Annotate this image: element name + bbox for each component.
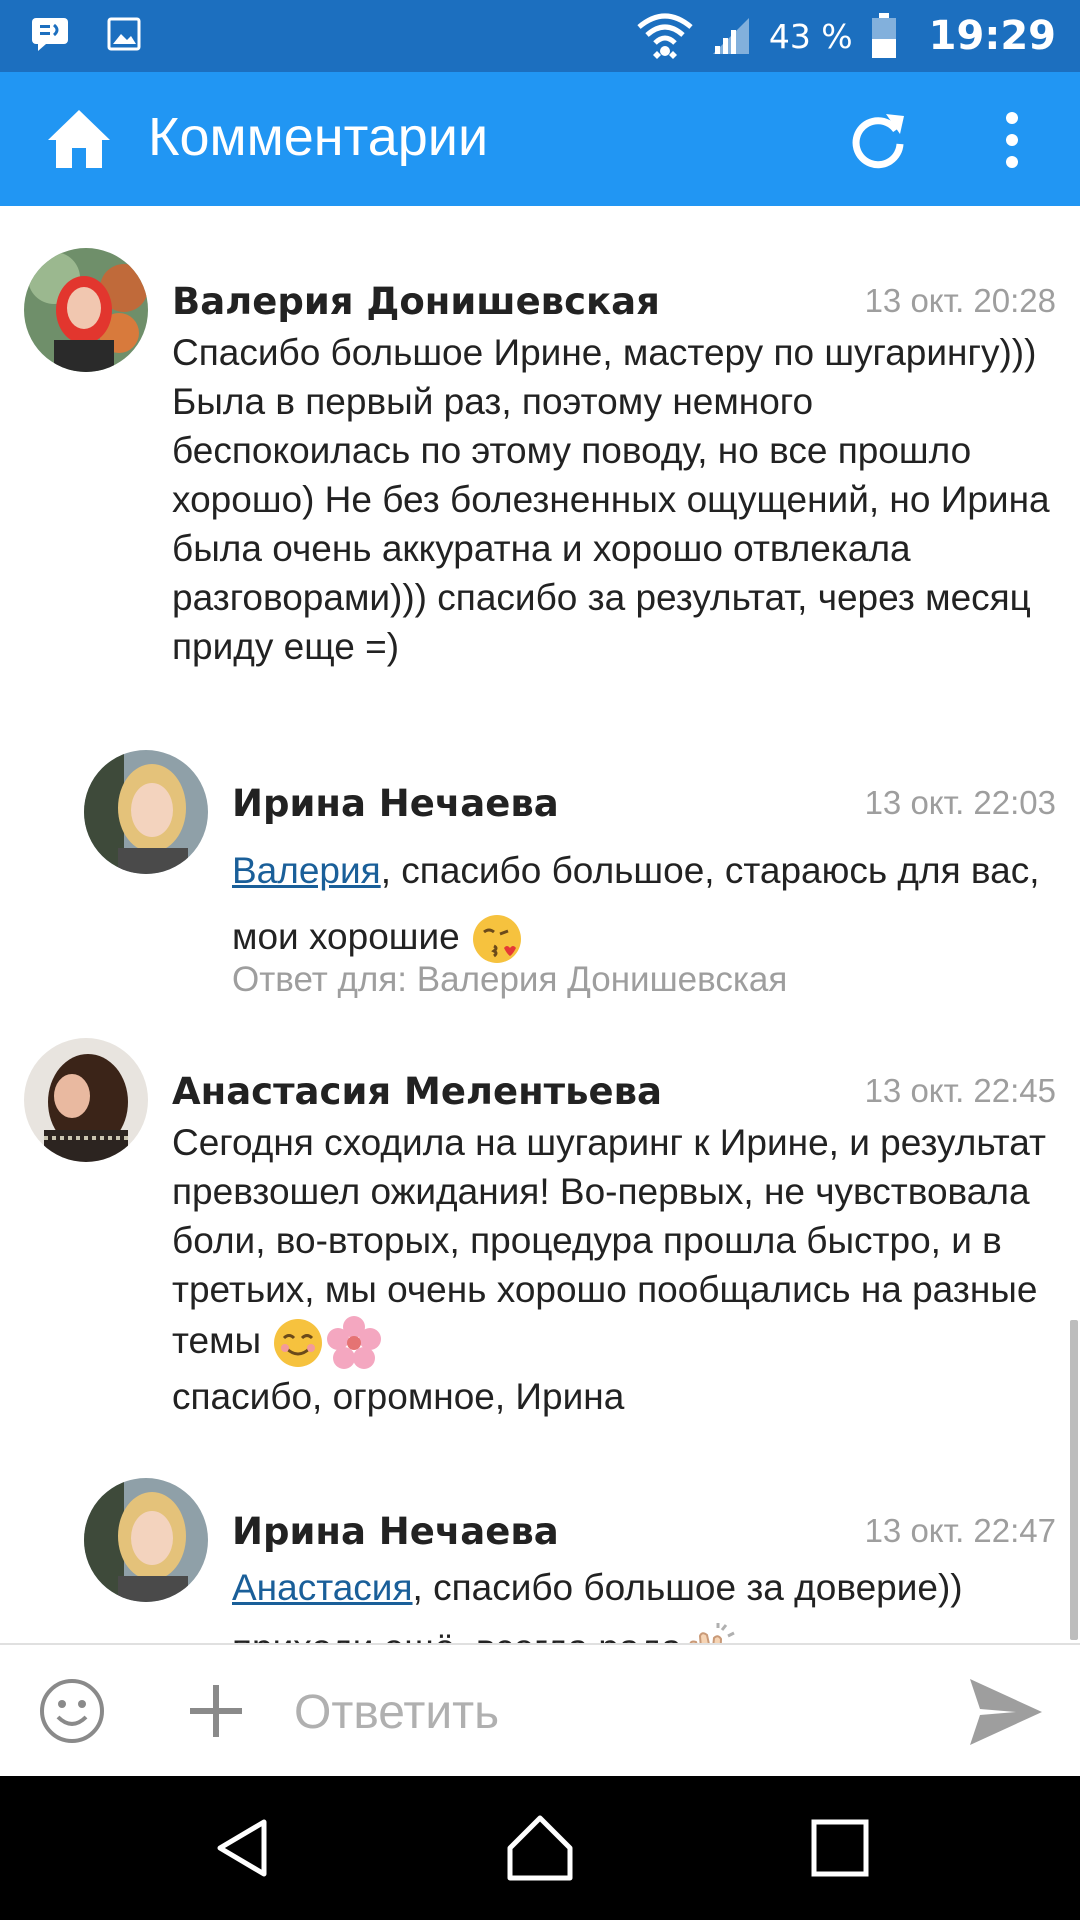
reply-input[interactable] — [294, 1675, 934, 1749]
comment-author[interactable]: Валерия Донишевская — [172, 280, 660, 323]
comment-text: Сегодня сходила на шугаринг к Ирине, и р… — [172, 1118, 1062, 1421]
comment-text: Спасибо большое Ирине, мастеру по шугари… — [172, 332, 1050, 667]
send-icon[interactable] — [966, 1675, 1046, 1749]
comment-time: 13 окт. 20:28 — [864, 282, 1056, 319]
comment-author[interactable]: Ирина Нечаева — [232, 1510, 559, 1553]
avatar[interactable] — [84, 1478, 208, 1602]
comment-time: 13 окт. 22:03 — [864, 784, 1056, 821]
comment-time: 13 окт. 22:45 — [864, 1072, 1056, 1109]
blossom-emoji — [327, 1316, 382, 1369]
avatar[interactable] — [84, 750, 208, 874]
recents-icon[interactable] — [804, 1812, 876, 1884]
signal-icon — [712, 18, 749, 54]
smiley-icon[interactable] — [38, 1677, 106, 1745]
comment-item: Ирина Нечаева 13 окт. 22:03 Валерия, спа… — [84, 750, 1080, 1010]
comments-feed[interactable]: Валерия Донишевская 13 окт. 20:28 Спасиб… — [0, 206, 1080, 1643]
status-bar: 43 % 19:29 — [0, 0, 1080, 72]
avatar[interactable] — [24, 1038, 148, 1162]
home-icon[interactable] — [44, 104, 114, 174]
smile-emoji — [274, 1319, 323, 1367]
reply-bar — [0, 1643, 1080, 1776]
avatar[interactable] — [24, 248, 148, 372]
kiss-emoji — [473, 915, 521, 964]
plus-icon[interactable] — [186, 1681, 246, 1741]
wifi-icon — [637, 13, 693, 59]
app-bar: Комментарии — [0, 72, 1080, 206]
comment-author[interactable]: Анастасия Мелентьева — [172, 1070, 662, 1113]
comment-time: 13 окт. 22:47 — [864, 1512, 1056, 1549]
comment-author[interactable]: Ирина Нечаева — [232, 782, 559, 825]
message-icon — [32, 18, 68, 51]
comment-text-end: спасибо, огромное, Ирина — [172, 1376, 625, 1417]
refresh-icon[interactable] — [846, 108, 910, 172]
more-vert-icon[interactable] — [996, 108, 1028, 172]
comment-item: Ирина Нечаева 13 окт. 22:47 Анастасия, с… — [84, 1478, 1080, 1643]
back-icon[interactable] — [206, 1812, 278, 1884]
clock: 19:29 — [928, 13, 1056, 59]
mention-link[interactable]: Анастасия — [232, 1567, 413, 1608]
mention-link[interactable]: Валерия — [232, 850, 381, 891]
navigation-bar — [0, 1776, 1080, 1920]
reply-to-label: Ответ для: Валерия Донишевская — [232, 960, 788, 999]
scrollbar[interactable] — [1070, 1320, 1078, 1640]
page-title: Комментарии — [148, 107, 489, 167]
battery-icon — [871, 13, 896, 58]
comment-text: Анастасия, спасибо большое за доверие)) … — [232, 1558, 1032, 1643]
home-nav-icon[interactable] — [504, 1812, 576, 1884]
clapping-emoji — [689, 1623, 735, 1643]
image-icon — [107, 17, 141, 51]
comment-text: Валерия, спасибо большое, стараюсь для в… — [232, 838, 1052, 970]
battery-percent: 43 % — [768, 16, 853, 56]
comment-item: Анастасия Мелентьева 13 окт. 22:45 Сегод… — [24, 1038, 1080, 1418]
